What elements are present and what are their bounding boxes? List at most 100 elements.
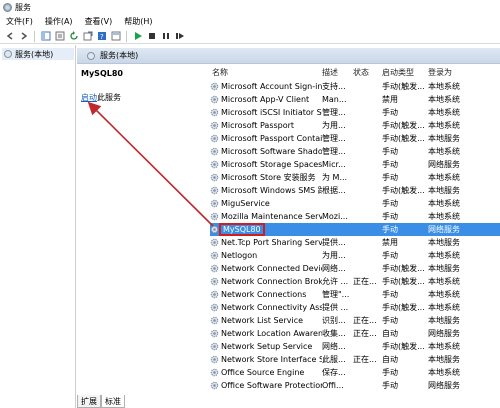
service-row[interactable]: Office Software Protection ...Offi... 手动 网…: [210, 379, 500, 392]
play-icon[interactable]: [132, 31, 143, 42]
service-startup-type: 手动(触发...: [382, 82, 425, 91]
service-name-text: Network Connectivity Assis...: [221, 303, 322, 312]
service-name-text: Microsoft Passport: [221, 121, 295, 130]
help-icon[interactable]: ?: [96, 31, 107, 42]
start-service-suffix: 此服务: [97, 93, 121, 102]
forward-icon[interactable]: [18, 31, 29, 42]
service-log-on-as: 本地系统: [428, 290, 460, 299]
gear-icon: [210, 121, 219, 130]
service-description-panel: MySQL80 启动此服务: [77, 65, 210, 385]
restart-icon[interactable]: [174, 31, 185, 42]
service-log-on-as: 本地系统: [428, 368, 460, 377]
service-log-on-as: 本地服务: [428, 134, 460, 143]
service-row-mysql80[interactable]: MySQL80 手动 网络服务: [210, 223, 500, 236]
services-pane: 服务(本地) MySQL80 启动此服务 名称 描述 状态 启动类型 登录为 M…: [77, 45, 500, 408]
service-row[interactable]: Netlogon 为用... 手动 本地系统: [210, 249, 500, 262]
service-row[interactable]: MiguService 手动 本地系统: [210, 197, 500, 210]
service-row[interactable]: Network Connectivity Assis...提供 ... 手动(触发…: [210, 301, 500, 314]
service-row[interactable]: Network Location Awarene...收集... 正在... 自动 网…: [210, 327, 500, 340]
column-header-description[interactable]: 描述: [322, 67, 353, 78]
service-name-text: Office Software Protection ...: [221, 381, 322, 390]
service-startup-type: 自动: [382, 329, 398, 338]
toolbar-divider: [34, 30, 35, 42]
service-log-on-as: 本地系统: [428, 212, 460, 221]
properties-icon[interactable]: [54, 31, 65, 42]
console-tree-icon[interactable]: [40, 31, 51, 42]
gear-icon: [210, 173, 219, 182]
service-name: Microsoft Account Sign-in ...: [210, 82, 322, 91]
service-name: Network Connectivity Assis...: [210, 303, 322, 312]
gear-icon: [210, 160, 219, 169]
tree-item-services-local[interactable]: 服务(本地): [2, 48, 74, 60]
service-name-text: Network Store Interface Se...: [221, 355, 322, 364]
service-row[interactable]: Office Source Engine 保存... 手动 本地系统: [210, 366, 500, 379]
pause-icon[interactable]: [160, 31, 171, 42]
toolbar: ?: [0, 29, 500, 44]
service-row[interactable]: Network List Service 识别... 正在... 手动 本地服务: [210, 314, 500, 327]
service-row[interactable]: Microsoft Store 安装服务为 M... 手动 本地系统: [210, 171, 500, 184]
services-list: Microsoft Account Sign-in ... 支持... 手动(触发.…: [210, 80, 500, 392]
services-list-header: 名称 描述 状态 启动类型 登录为: [210, 65, 500, 79]
service-name-text: Network Connections: [221, 290, 307, 299]
service-description: 网络...: [322, 264, 346, 273]
service-startup-type: 手动(触发...: [382, 342, 425, 351]
column-header-status[interactable]: 状态: [353, 67, 382, 78]
menu-action[interactable]: 操作(A): [45, 16, 73, 27]
service-startup-type: 手动(触发...: [382, 186, 425, 195]
service-row[interactable]: Microsoft Account Sign-in ... 支持... 手动(触发.…: [210, 80, 500, 93]
service-row[interactable]: Microsoft iSCSI Initiator Ser...管理... 手动 本…: [210, 106, 500, 119]
stop-icon[interactable]: [146, 31, 157, 42]
column-header-name[interactable]: 名称: [210, 67, 322, 78]
service-row[interactable]: Network Store Interface Se...此服... 正在... 自…: [210, 353, 500, 366]
service-startup-type: 手动(触发...: [382, 303, 425, 312]
menu-help[interactable]: 帮助(H): [124, 16, 152, 27]
service-row[interactable]: Network Connected Devic... 网络... 手动(触发... 本…: [210, 262, 500, 275]
view-icon[interactable]: [110, 31, 121, 42]
service-row[interactable]: Mozilla Maintenance ServiceMozi... 手动 本地系统: [210, 210, 500, 223]
service-log-on-as: 本地系统: [428, 303, 460, 312]
service-name: Network Connections: [210, 290, 322, 299]
start-service-link[interactable]: 启动: [81, 93, 97, 102]
column-header-startup-type[interactable]: 启动类型: [382, 67, 428, 78]
service-row[interactable]: Microsoft Software Shado... 管理... 手动 本地系统: [210, 145, 500, 158]
menu-file[interactable]: 文件(F): [6, 16, 33, 27]
menu-view[interactable]: 查看(V): [85, 16, 113, 27]
column-header-log-on-as[interactable]: 登录为: [428, 67, 500, 78]
service-row[interactable]: Microsoft Storage Spaces S...Micr... 手动 网络…: [210, 158, 500, 171]
service-row[interactable]: Net.Tcp Port Sharing Service提供... 禁用 本地服务: [210, 236, 500, 249]
service-description: 提供 ...: [322, 303, 349, 312]
service-log-on-as: 本地系统: [428, 108, 460, 117]
service-row[interactable]: Microsoft App-V Client Man... 禁用 本地系统: [210, 93, 500, 106]
service-startup-type: 手动: [382, 108, 398, 117]
tree-item-label: 服务(本地): [15, 49, 54, 59]
service-startup-type: 手动: [382, 251, 398, 260]
service-row[interactable]: Microsoft Windows SMS 路...根据... 手动(触发...本…: [210, 184, 500, 197]
export-icon[interactable]: [82, 31, 93, 42]
tab-extended[interactable]: 扩展: [77, 395, 101, 408]
service-row[interactable]: Microsoft Passport 为用... 手动(触发... 本地系统: [210, 119, 500, 132]
service-log-on-as: 本地服务: [428, 264, 460, 273]
service-row[interactable]: Network Connection Broker 允许 ... 正在... 手动(触…: [210, 275, 500, 288]
service-startup-type: 手动(触发...: [382, 264, 425, 273]
gear-icon: [210, 95, 219, 104]
back-icon[interactable]: [4, 31, 15, 42]
title-bar: 服务: [0, 0, 500, 14]
refresh-icon[interactable]: [68, 31, 79, 42]
service-startup-type: 禁用: [382, 95, 398, 104]
tab-standard[interactable]: 标准: [101, 395, 125, 408]
services-app-icon: [3, 2, 12, 12]
start-service-line: 启动此服务: [81, 92, 121, 103]
service-name: Network List Service: [210, 316, 322, 325]
service-name-text: Microsoft Software Shado...: [221, 147, 322, 156]
service-row[interactable]: Microsoft Passport Container管理... 手动(触发..…: [210, 132, 500, 145]
gear-icon: [210, 134, 219, 143]
service-status: 正在...: [353, 355, 377, 364]
service-name-text: Microsoft Account Sign-in ...: [221, 82, 322, 91]
service-status: 正在...: [353, 316, 377, 325]
service-description: Man...: [322, 95, 347, 104]
service-row[interactable]: Network Setup Service 网络... 手动(触发... 本地系统: [210, 340, 500, 353]
service-name: Microsoft Passport Container: [210, 134, 322, 143]
service-row[interactable]: Network Connections 管理"... 手动 本地系统: [210, 288, 500, 301]
console-tree-pane: 服务(本地): [0, 45, 76, 408]
toolbar-divider: [126, 30, 127, 42]
